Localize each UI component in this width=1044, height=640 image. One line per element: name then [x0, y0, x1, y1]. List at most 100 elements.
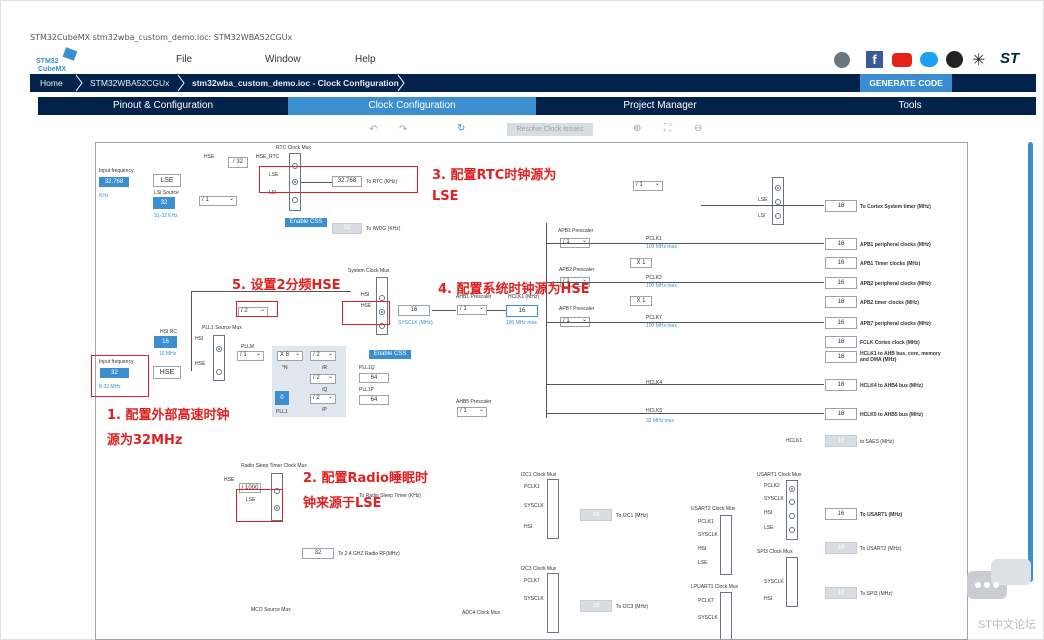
n-label: *N [282, 365, 288, 371]
tab-tools[interactable]: Tools [784, 97, 1036, 115]
usart2-value: 16 [825, 542, 857, 554]
pllr-select[interactable]: / 2 [310, 350, 336, 361]
enable-css-sys-button[interactable]: Enable CSS [369, 350, 411, 359]
tab-bar: Pinout & Configuration Clock Configurati… [38, 97, 1036, 115]
output-value-hclk1[interactable]: 16 [825, 351, 857, 363]
usart2-label: To USART2 (MHz) [860, 546, 902, 552]
tab-pinout[interactable]: Pinout & Configuration [38, 97, 288, 115]
output-value-apb1-periph[interactable]: 16 [825, 238, 857, 250]
cubemx-logo: STM32 CubeMX [36, 47, 80, 73]
spi3-mux-label: SPI3 Clock Mux [757, 549, 793, 555]
output-value-apb2-periph[interactable]: 16 [825, 277, 857, 289]
hsi-rc-label: HSI RC [160, 329, 177, 335]
network-icon[interactable]: ✳ [972, 50, 985, 70]
output-value-cortex-timer[interactable]: 16 [825, 200, 857, 212]
lse-oscillator: LSE [153, 174, 181, 187]
resolve-clock-issues-button[interactable]: Resolve Clock Issues [507, 123, 593, 136]
usart1-radio-sysclk[interactable] [789, 499, 795, 505]
menu-file[interactable]: File [176, 54, 192, 65]
apb2-timer-mult: X 1 [630, 296, 652, 306]
crumb-mcu[interactable]: STM32WBA52CGUx [80, 74, 190, 92]
pll1-label: PLL1 [276, 409, 288, 415]
output-value-fclk[interactable]: 16 [825, 336, 857, 348]
output-label-apb7-periph: APB7 peripheral clocks (MHz) [860, 321, 931, 327]
p-label: /P [322, 407, 327, 413]
zoom-out-icon[interactable]: ⊖ [694, 123, 702, 134]
output-label-apb1-periph: APB1 peripheral clocks (MHz) [860, 242, 931, 248]
crumb-home[interactable]: Home [30, 74, 78, 92]
fit-icon[interactable]: ⛶ [664, 123, 671, 134]
tab-project-manager[interactable]: Project Manager [536, 97, 784, 115]
generate-code-button[interactable]: GENERATE CODE [860, 74, 952, 92]
menu-window[interactable]: Window [265, 54, 301, 65]
annotation-3-line2: LSE [432, 189, 459, 204]
pllp-select[interactable]: / 2 [310, 393, 336, 404]
cortex-radio-1[interactable] [775, 185, 781, 191]
pllq-select[interactable]: / 2 [310, 373, 336, 384]
enable-css-rtc-button[interactable]: Enable CSS [285, 218, 327, 227]
usart1-radio-lse[interactable] [789, 527, 795, 533]
lsi-divider-select[interactable]: / 1 [199, 195, 237, 206]
refresh-icon[interactable]: ↻ [457, 123, 465, 134]
redo-icon[interactable]: ↷ [399, 124, 407, 135]
ahb1-select[interactable]: / 1 [457, 304, 487, 315]
lsi-value: 32 [153, 197, 175, 209]
apb1-line [546, 243, 824, 244]
output-label-cortex-timer: To Cortex System timer (MHz) [860, 204, 931, 210]
annotation-box-hse-div2 [236, 301, 278, 317]
github-icon[interactable] [946, 51, 963, 68]
usart1-lse: LSE [764, 525, 774, 531]
st-logo[interactable]: ST [1000, 50, 1034, 68]
output-value-hclk5[interactable]: 16 [825, 408, 857, 420]
spi3-sysclk: SYSCLK [764, 579, 784, 585]
rtc-radio-lsi[interactable] [292, 197, 298, 203]
usart1-radio-hsi[interactable] [789, 513, 795, 519]
vertical-scrollbar[interactable] [1028, 142, 1033, 582]
usart2-lse: LSE [698, 560, 708, 566]
ahb5-label: AHB5 Prescaler [456, 399, 492, 405]
pll-hsi-label: HSI [195, 336, 204, 342]
sys-to-ahb-line [432, 310, 456, 311]
pclk2-label: PCLK2 [646, 275, 662, 281]
radio-hse-label: HSE [224, 477, 235, 483]
facebook-icon[interactable]: f [866, 51, 883, 68]
output-value-apb2-timer[interactable]: 16 [825, 296, 857, 308]
usart1-value[interactable]: 16 [825, 508, 857, 520]
apb1-label: APB1 Prescaler [558, 228, 594, 234]
usart1-radio-pclk2[interactable] [789, 486, 795, 492]
i2c1-mux-label: I2C1 Clock Mux [521, 472, 557, 478]
crumb-project[interactable]: stm32wba_custom_demo.ioc - Clock Configu… [182, 74, 412, 92]
i2c3-sysclk: SYSCLK [524, 596, 544, 602]
youtube-icon[interactable] [892, 53, 912, 67]
output-value-hclk4[interactable]: 16 [825, 379, 857, 391]
pclk7-label: PCLK7 [646, 315, 662, 321]
pll-radio-hse[interactable] [216, 369, 222, 375]
menu-help[interactable]: Help [355, 54, 376, 65]
pll-source-label: PLL1 Source Mux [202, 325, 242, 331]
apb2-label: APB2 Prescaler [559, 267, 595, 273]
output-value-apb7-periph[interactable]: 16 [825, 317, 857, 329]
hclk1-value[interactable]: 16 [506, 305, 538, 317]
twitter-icon[interactable] [920, 52, 938, 67]
sysclk-label: SYSCLK (MHz) [398, 320, 433, 326]
pll-radio-hsi[interactable] [216, 346, 222, 352]
pllm-select[interactable]: / 1 [237, 350, 264, 361]
lsi-range: 31-32 KHz [154, 213, 178, 219]
ahb5-select[interactable]: / 1 [457, 406, 487, 417]
cortex-radio-lsi[interactable] [775, 213, 781, 219]
spi3-hsi: HSI [764, 596, 773, 602]
undo-icon[interactable]: ↶ [369, 124, 377, 135]
pclk1-label: PCLK1 [646, 236, 662, 242]
cortex-div-select[interactable]: / 1 [633, 180, 663, 191]
pll1q-value: 64 [359, 373, 389, 383]
output-value-apb1-timer[interactable]: 16 [825, 257, 857, 269]
plln-select[interactable]: X 8 [277, 350, 303, 361]
annotation-1-line2: 源为32MHz [107, 433, 183, 448]
tab-clock-configuration[interactable]: Clock Configuration [288, 97, 536, 115]
anniversary-icon[interactable] [834, 52, 850, 68]
zoom-in-icon[interactable]: ⊕ [633, 123, 641, 134]
usart2-mux-label: USART2 Clock Mux [691, 506, 736, 512]
menu-bar: STM32 CubeMX File Window Help f ✳ ST [30, 46, 1038, 74]
rtc-div32: / 32 [228, 157, 248, 168]
lse-input-field[interactable]: 32.768 [99, 177, 129, 187]
